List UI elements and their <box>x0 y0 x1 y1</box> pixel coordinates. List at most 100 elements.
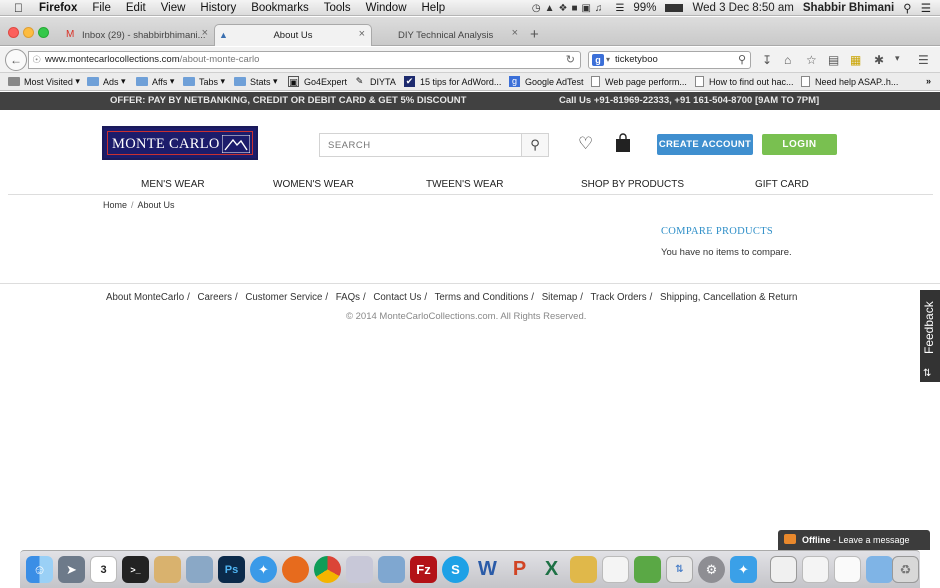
bookmark-ads[interactable]: Ads ▾ <box>87 76 126 87</box>
close-tab-icon[interactable]: × <box>359 28 365 40</box>
extension-icon[interactable]: ▦ <box>850 53 861 67</box>
menu-tools[interactable]: Tools <box>324 2 351 14</box>
footer-link-careers[interactable]: Careers <box>198 292 232 303</box>
footer-link-sitemap[interactable]: Sitemap <box>542 292 578 303</box>
footer-link-faqs[interactable]: FAQs <box>336 292 360 303</box>
login-button[interactable]: LOGIN <box>762 134 837 155</box>
sequel-pro-icon[interactable] <box>570 556 597 583</box>
search-icon[interactable]: ⚲ <box>738 52 746 68</box>
bookmark-google-adtest[interactable]: g Google AdTest <box>509 76 584 87</box>
menu-bookmarks[interactable]: Bookmarks <box>251 2 309 14</box>
notification-center-icon[interactable]: ☰ <box>921 1 931 15</box>
bookmark-most-visited[interactable]: Most Visited ▾ <box>8 76 80 87</box>
close-window-button[interactable] <box>8 27 19 38</box>
status-icons[interactable]: ◷▲❖■▣♫ <box>532 3 607 14</box>
skype-icon[interactable]: S <box>442 556 469 583</box>
shopping-bag-icon[interactable] <box>615 133 631 153</box>
filezilla-icon[interactable]: Fz <box>410 556 437 583</box>
bookmarks-overflow-icon[interactable]: » <box>926 76 931 86</box>
menu-help[interactable]: Help <box>422 2 446 14</box>
system-preferences-icon[interactable]: ⚙ <box>698 556 725 583</box>
downloads-stack-icon[interactable] <box>770 556 797 583</box>
terminal-icon[interactable]: >_ <box>122 556 149 583</box>
menu-window[interactable]: Window <box>366 2 407 14</box>
overflow-chevron-icon[interactable]: ▾ <box>895 53 900 64</box>
nav-tweens-wear[interactable]: TWEEN'S WEAR <box>426 179 503 190</box>
tab-about-us[interactable]: ▲ About Us × <box>214 24 372 46</box>
footer-link-shipping[interactable]: Shipping, Cancellation & Return <box>660 292 797 303</box>
spotlight-icon[interactable]: ⚲ <box>903 1 911 15</box>
close-tab-icon[interactable]: × <box>512 27 518 39</box>
word-icon[interactable]: W <box>474 556 501 583</box>
apple-menu-icon[interactable]:  <box>14 1 23 15</box>
tab-inbox[interactable]: M Inbox (29) - shabbirbhimani... × <box>62 24 214 46</box>
bookmark-stats[interactable]: Stats ▾ <box>234 76 278 87</box>
reading-list-icon[interactable]: ▤ <box>828 53 839 67</box>
photos-icon[interactable] <box>346 556 373 583</box>
print-stack-icon[interactable] <box>802 556 829 583</box>
chat-widget[interactable]: Offline - Leave a message <box>778 530 930 550</box>
safari-icon[interactable]: ✦ <box>250 556 277 583</box>
search-button[interactable]: ⚲ <box>521 134 548 156</box>
user-name[interactable]: Shabbir Bhimani <box>803 2 894 14</box>
document-stack-icon[interactable] <box>834 556 861 583</box>
addon-icon[interactable]: ✱ <box>874 53 884 67</box>
trash-icon[interactable]: ♻ <box>892 556 919 583</box>
bookmark-go4expert[interactable]: ▣ Go4Expert <box>288 76 347 87</box>
wifi-icon[interactable]: ☰ <box>615 3 624 14</box>
back-button[interactable]: ← <box>5 49 27 71</box>
nav-gift-card[interactable]: GIFT CARD <box>755 179 809 190</box>
bookmark-web-page-perform[interactable]: Web page perform... <box>591 76 687 87</box>
chrome-icon[interactable] <box>314 556 341 583</box>
bookmark-tabs[interactable]: Tabs ▾ <box>183 76 225 87</box>
menu-edit[interactable]: Edit <box>126 2 146 14</box>
browser-search-input[interactable]: g ▾ ticketyboo ⚲ <box>588 51 751 69</box>
excel-icon[interactable]: X <box>538 556 565 583</box>
powerpoint-icon[interactable]: P <box>506 556 533 583</box>
battery-icon[interactable] <box>665 4 684 12</box>
textedit-icon[interactable] <box>602 556 629 583</box>
firefox-icon[interactable] <box>282 556 309 583</box>
bookmark-how-to-find[interactable]: How to find out hac... <box>695 76 794 87</box>
url-bar[interactable]: ☉ www.montecarlocollections.com/about-mo… <box>28 51 581 69</box>
footer-link-about[interactable]: About MonteCarlo <box>106 292 184 303</box>
reload-icon[interactable]: ↻ <box>566 52 575 68</box>
bookmark-adwords-tips[interactable]: ✔ 15 tips for AdWord... <box>404 76 501 87</box>
breadcrumb-home[interactable]: Home <box>103 200 127 210</box>
launchpad-icon[interactable]: ➤ <box>58 556 85 583</box>
menu-history[interactable]: History <box>200 2 236 14</box>
photoshop-icon[interactable]: Ps <box>218 556 245 583</box>
virtualbox-icon[interactable] <box>378 556 405 583</box>
calendar-icon[interactable]: 3 <box>90 556 117 583</box>
nav-womens-wear[interactable]: WOMEN'S WEAR <box>273 179 354 190</box>
finder-icon[interactable]: ☺ <box>26 556 53 583</box>
site-logo[interactable]: MONTE CARLO <box>102 126 258 160</box>
battery-percent[interactable]: 99% <box>633 2 656 14</box>
clock[interactable]: Wed 3 Dec 8:50 am <box>692 2 793 14</box>
footer-link-contact[interactable]: Contact Us <box>373 292 421 303</box>
download-icon[interactable]: ↧ <box>762 53 772 67</box>
home-icon[interactable]: ⌂ <box>784 53 791 67</box>
footer-link-track-orders[interactable]: Track Orders <box>590 292 646 303</box>
nav-mens-wear[interactable]: MEN'S WEAR <box>141 179 205 190</box>
new-tab-button[interactable]: + <box>530 26 539 43</box>
menu-file[interactable]: File <box>92 2 111 14</box>
footer-link-terms[interactable]: Terms and Conditions <box>435 292 529 303</box>
app-menu[interactable]: Firefox <box>39 2 77 14</box>
twitter-icon[interactable]: ✦ <box>730 556 757 583</box>
menu-icon[interactable]: ☰ <box>918 53 929 67</box>
bookmark-diyta[interactable]: ✎ DIYTA <box>354 76 396 87</box>
folder-stack-icon[interactable] <box>866 556 893 583</box>
close-tab-icon[interactable]: × <box>202 27 208 39</box>
notes-icon[interactable] <box>154 556 181 583</box>
zoom-window-button[interactable] <box>38 27 49 38</box>
app-store-update-icon[interactable]: ⇅ <box>666 556 693 583</box>
site-search-input[interactable] <box>320 134 520 156</box>
chevron-down-icon[interactable]: ▾ <box>606 52 610 68</box>
wishlist-heart-icon[interactable]: ♡ <box>578 134 593 154</box>
bookmark-affs[interactable]: Affs ▾ <box>136 76 174 87</box>
feedback-tab[interactable]: Feedback ⇅ <box>920 290 940 382</box>
minimize-window-button[interactable] <box>23 27 34 38</box>
preview-icon[interactable] <box>186 556 213 583</box>
bookmark-need-help[interactable]: Need help ASAP..h... <box>801 76 898 87</box>
